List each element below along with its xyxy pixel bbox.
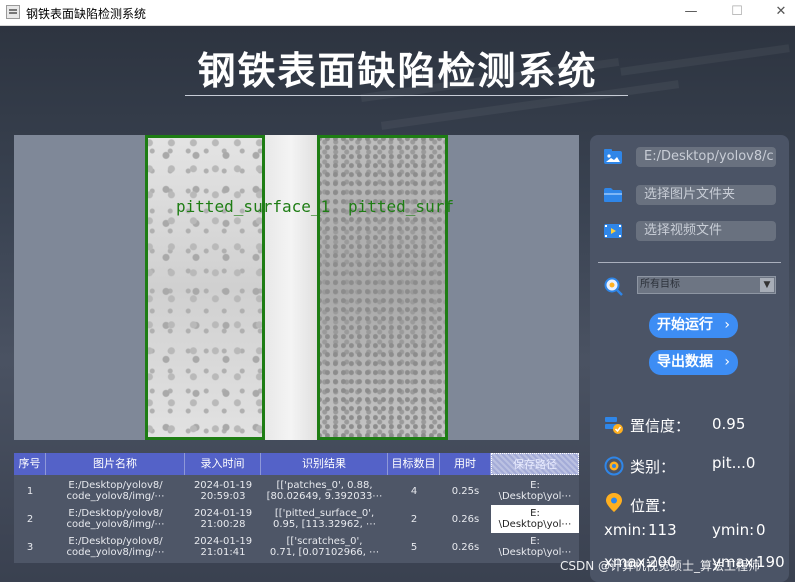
cell-image-name: E:/Desktop/yolov8/ code_yolov8/img/⋯ — [66, 508, 165, 530]
panel-divider — [598, 262, 781, 263]
folder-icon[interactable] — [604, 187, 622, 203]
chevron-down-icon[interactable]: ▼ — [760, 278, 774, 292]
target-select[interactable]: 所有目标 ▼ — [637, 276, 776, 294]
detection-box — [145, 135, 265, 440]
cell-duration: 0.26s — [451, 541, 480, 553]
image-path-input[interactable]: E:/Desktop/yolov8/c — [636, 147, 776, 167]
header-index[interactable]: 序号 — [14, 453, 46, 475]
table-row[interactable]: 3 E:/Desktop/yolov8/ code_yolov8/img/⋯ 2… — [14, 533, 579, 561]
cell-count: 2 — [410, 513, 418, 525]
category-value: pit...0 — [712, 454, 756, 472]
minimize-button[interactable]: — — [676, 3, 706, 21]
window-title: 钢铁表面缺陷检测系统 — [26, 7, 147, 21]
header-result[interactable]: 识别结果 — [261, 453, 388, 475]
image-display-panel: pitted_surface_1 pitted_surf — [14, 135, 579, 440]
cell-result: [['pitted_surface_0', 0.95, [113.32962, … — [273, 508, 376, 530]
cell-time: 2024-01-19 20:59:03 — [193, 480, 253, 502]
image-file-icon[interactable] — [604, 149, 622, 165]
table-row[interactable]: 2 E:/Desktop/yolov8/ code_yolov8/img/⋯ 2… — [14, 505, 579, 533]
chevron-right-icon: › — [724, 317, 730, 333]
cell-index: 3 — [26, 541, 34, 553]
watermark: CSDN @计算机视觉硕士_算法工程师 — [560, 559, 761, 573]
chevron-right-icon: › — [724, 354, 730, 370]
target-select-value: 所有目标 — [640, 279, 680, 290]
header-time[interactable]: 录入时间 — [185, 453, 261, 475]
target-search-icon — [604, 277, 623, 296]
header-count[interactable]: 目标数目 — [388, 453, 440, 475]
cell-duration: 0.26s — [451, 513, 480, 525]
video-input[interactable]: 选择视频文件 — [636, 221, 776, 241]
ymin-label: ymin: — [712, 521, 755, 539]
steel-image-strip — [265, 135, 317, 440]
ymax-value: 190 — [756, 553, 785, 571]
xmin-label: xmin: — [604, 521, 647, 539]
window-titlebar: 钢铁表面缺陷检测系统 — ☐ ✕ — [0, 0, 795, 26]
video-file-icon[interactable] — [604, 223, 622, 239]
detection-box — [317, 135, 448, 440]
ymin-value: 0 — [756, 521, 766, 539]
cell-index: 2 — [26, 513, 34, 525]
start-button-label: 开始运行 — [657, 317, 713, 333]
cell-image-name: E:/Desktop/yolov8/ code_yolov8/img/⋯ — [66, 536, 165, 558]
confidence-value: 0.95 — [712, 415, 746, 433]
title-divider — [185, 95, 628, 96]
maximize-button[interactable]: ☐ — [722, 3, 752, 21]
export-button-label: 导出数据 — [657, 354, 713, 370]
cell-result: [['patches_0', 0.88, [80.02649, 9.392033… — [266, 480, 383, 502]
category-icon — [604, 456, 624, 476]
cell-result: [['scratches_0', 0.71, [0.07102966, ⋯ — [269, 536, 380, 558]
detection-label: pitted_surf — [348, 197, 454, 216]
location-pin-icon — [606, 493, 622, 512]
export-button[interactable]: 导出数据 › — [649, 350, 738, 375]
folder-input[interactable]: 选择图片文件夹 — [636, 185, 776, 205]
header-save-path[interactable]: 保存路径 — [491, 453, 579, 475]
cell-save-path: E: \Desktop\yol⋯ — [498, 480, 572, 502]
results-table: 序号 图片名称 录入时间 识别结果 目标数目 用时 保存路径 1 E:/Desk… — [14, 453, 579, 563]
confidence-icon — [605, 417, 623, 434]
detection-label: pitted_surface_1 — [176, 197, 331, 216]
table-row[interactable]: 1 E:/Desktop/yolov8/ code_yolov8/img/⋯ 2… — [14, 477, 579, 505]
header-duration[interactable]: 用时 — [440, 453, 491, 475]
cell-time: 2024-01-19 21:01:41 — [193, 536, 253, 558]
cell-duration: 0.25s — [451, 485, 480, 497]
position-label: 位置： — [630, 497, 676, 515]
header-image-name[interactable]: 图片名称 — [46, 453, 185, 475]
page-title: 钢铁表面缺陷检测系统 — [197, 49, 598, 93]
cell-image-name: E:/Desktop/yolov8/ code_yolov8/img/⋯ — [66, 480, 165, 502]
close-button[interactable]: ✕ — [766, 3, 795, 21]
app-icon — [6, 5, 20, 19]
cell-count: 5 — [410, 541, 418, 553]
xmin-value: 113 — [648, 521, 677, 539]
cell-index: 1 — [26, 485, 34, 497]
confidence-label: 置信度： — [630, 417, 691, 435]
start-button[interactable]: 开始运行 › — [649, 313, 738, 338]
cell-save-path: E: \Desktop\yol⋯ — [491, 505, 579, 533]
cell-time: 2024-01-19 21:00:28 — [193, 508, 253, 530]
control-panel: E:/Desktop/yolov8/c 选择图片文件夹 选择视频文件 所有目标 … — [590, 135, 789, 582]
category-label: 类别： — [630, 458, 676, 476]
cell-count: 4 — [410, 485, 418, 497]
